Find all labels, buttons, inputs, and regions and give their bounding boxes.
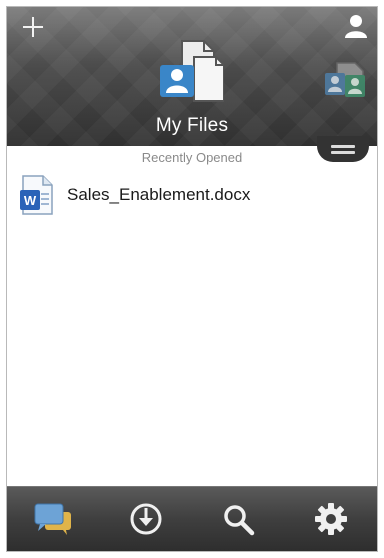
plus-icon xyxy=(23,17,43,37)
download-button[interactable] xyxy=(124,497,168,541)
add-button[interactable] xyxy=(19,13,47,41)
gear-icon xyxy=(314,503,347,535)
header-bar: My Files xyxy=(7,7,377,146)
app-frame: My Files Recently Opened W Sales_Enablem… xyxy=(6,6,378,552)
chat-icon xyxy=(34,503,72,535)
user-icon xyxy=(345,15,367,38)
my-files-icon-button[interactable] xyxy=(158,35,225,105)
shared-files-button[interactable] xyxy=(323,59,369,103)
word-document-icon: W xyxy=(20,175,53,215)
account-button[interactable] xyxy=(343,13,369,39)
settings-button[interactable] xyxy=(309,497,353,541)
page-title: My Files xyxy=(155,115,229,136)
menu-icon xyxy=(331,142,355,157)
download-icon xyxy=(130,503,162,535)
search-icon xyxy=(224,505,255,536)
file-name: Sales_Enablement.docx xyxy=(67,185,251,204)
menu-button[interactable] xyxy=(317,136,369,162)
documents-icon xyxy=(160,40,225,102)
search-button[interactable] xyxy=(216,497,260,541)
bottom-toolbar xyxy=(7,486,377,551)
chat-button[interactable] xyxy=(31,497,75,541)
svg-text:W: W xyxy=(24,193,37,208)
list-item[interactable]: W Sales_Enablement.docx xyxy=(19,175,359,215)
shared-files-icon xyxy=(325,62,365,97)
